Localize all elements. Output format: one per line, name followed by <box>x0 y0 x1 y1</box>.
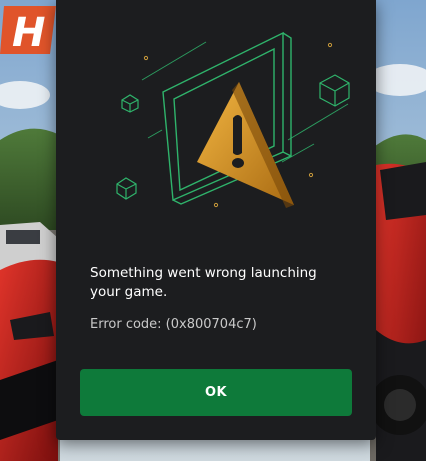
screen: H Something went wrong launching your ga… <box>0 0 426 461</box>
game-logo-fragment: H <box>12 10 45 56</box>
error-message: Something went wrong launching your game… <box>90 265 317 300</box>
warning-illustration-icon <box>116 31 350 208</box>
ok-button[interactable]: OK <box>80 369 352 416</box>
error-dialog: Something went wrong launching your game… <box>56 0 376 440</box>
error-code-text: Error code: (0x800704c7) <box>90 317 257 332</box>
